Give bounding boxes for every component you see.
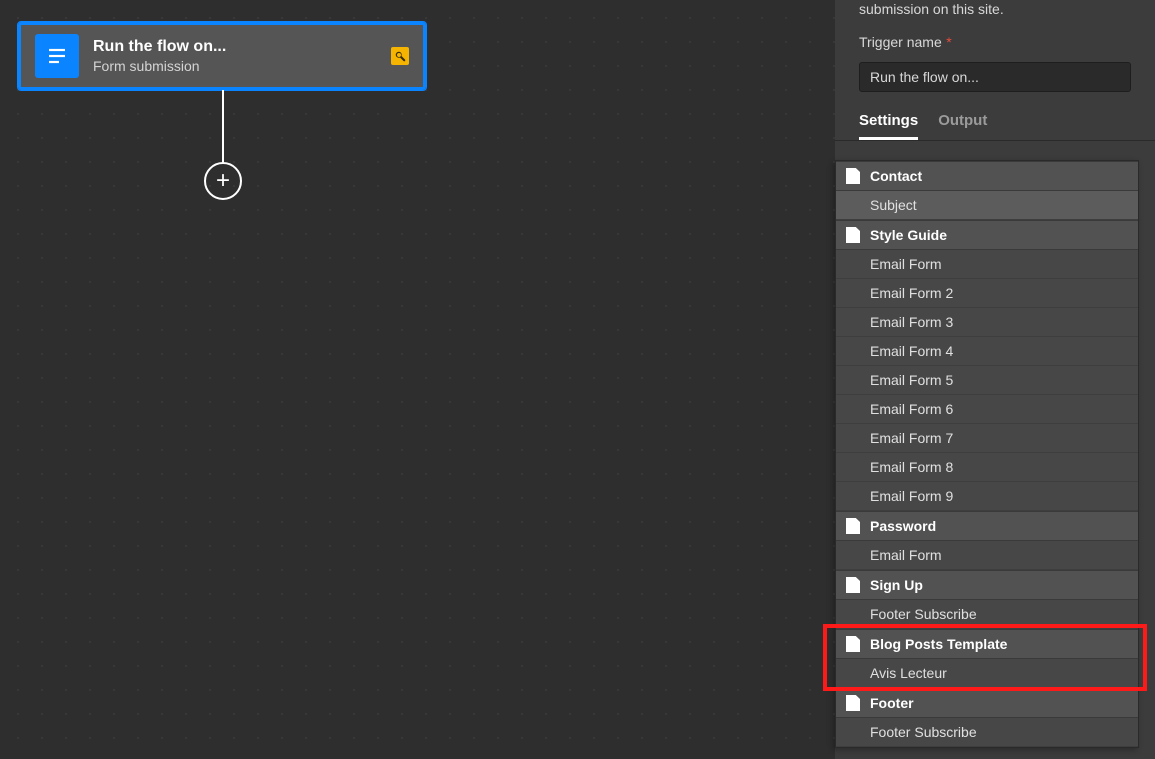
page-icon (846, 636, 860, 652)
dropdown-item[interactable]: Subject (836, 191, 1138, 220)
trigger-node[interactable]: Run the flow on... Form submission (18, 22, 426, 90)
inspector-tabs: Settings Output (835, 104, 1155, 141)
dropdown-group-header: Footer (836, 688, 1138, 718)
dropdown-item[interactable]: Email Form 6 (836, 395, 1138, 424)
wrench-icon[interactable] (391, 47, 409, 65)
dropdown-group-label: Footer (870, 695, 914, 711)
trigger-name-row: Trigger name * (835, 26, 1155, 56)
dropdown-item[interactable]: Email Form 8 (836, 453, 1138, 482)
dropdown-item[interactable]: Email Form 5 (836, 366, 1138, 395)
trigger-description: submission on this site. (835, 0, 1155, 26)
dropdown-item[interactable]: Email Form 9 (836, 482, 1138, 511)
page-icon (846, 168, 860, 184)
trigger-node-title: Run the flow on... (93, 38, 391, 56)
dropdown-item[interactable]: Email Form (836, 541, 1138, 570)
dropdown-group-label: Password (870, 518, 936, 534)
dropdown-item[interactable]: Email Form 3 (836, 308, 1138, 337)
dropdown-group-label: Contact (870, 168, 922, 184)
trigger-node-subtitle: Form submission (93, 58, 391, 74)
dropdown-group-header: Sign Up (836, 570, 1138, 600)
add-step-button[interactable]: + (204, 162, 242, 200)
dropdown-item[interactable]: Email Form 4 (836, 337, 1138, 366)
dropdown-group-label: Blog Posts Template (870, 636, 1007, 652)
trigger-name-label: Trigger name (859, 34, 942, 50)
form-select-dropdown[interactable]: ContactSubjectStyle GuideEmail FormEmail… (835, 160, 1139, 748)
dropdown-item[interactable]: Email Form (836, 250, 1138, 279)
dropdown-group-header: Password (836, 511, 1138, 541)
page-icon (846, 227, 860, 243)
page-icon (846, 695, 860, 711)
dropdown-group-header: Contact (836, 161, 1138, 191)
flow-canvas[interactable]: Run the flow on... Form submission + (0, 0, 835, 759)
page-icon (846, 518, 860, 534)
form-icon (35, 34, 79, 78)
dropdown-item[interactable]: Email Form 2 (836, 279, 1138, 308)
dropdown-group-label: Sign Up (870, 577, 923, 593)
trigger-node-text: Run the flow on... Form submission (93, 38, 391, 74)
connector-line (222, 90, 224, 164)
dropdown-item[interactable]: Footer Subscribe (836, 718, 1138, 747)
dropdown-item[interactable]: Footer Subscribe (836, 600, 1138, 629)
trigger-name-input[interactable]: Run the flow on... (859, 62, 1131, 92)
page-icon (846, 577, 860, 593)
dropdown-item[interactable]: Email Form 7 (836, 424, 1138, 453)
dropdown-item[interactable]: Avis Lecteur (836, 659, 1138, 688)
required-marker: * (946, 34, 951, 50)
dropdown-group-label: Style Guide (870, 227, 947, 243)
dropdown-group-header: Style Guide (836, 220, 1138, 250)
tab-settings[interactable]: Settings (859, 104, 918, 140)
tab-output[interactable]: Output (938, 104, 987, 140)
dropdown-group-header: Blog Posts Template (836, 629, 1138, 659)
